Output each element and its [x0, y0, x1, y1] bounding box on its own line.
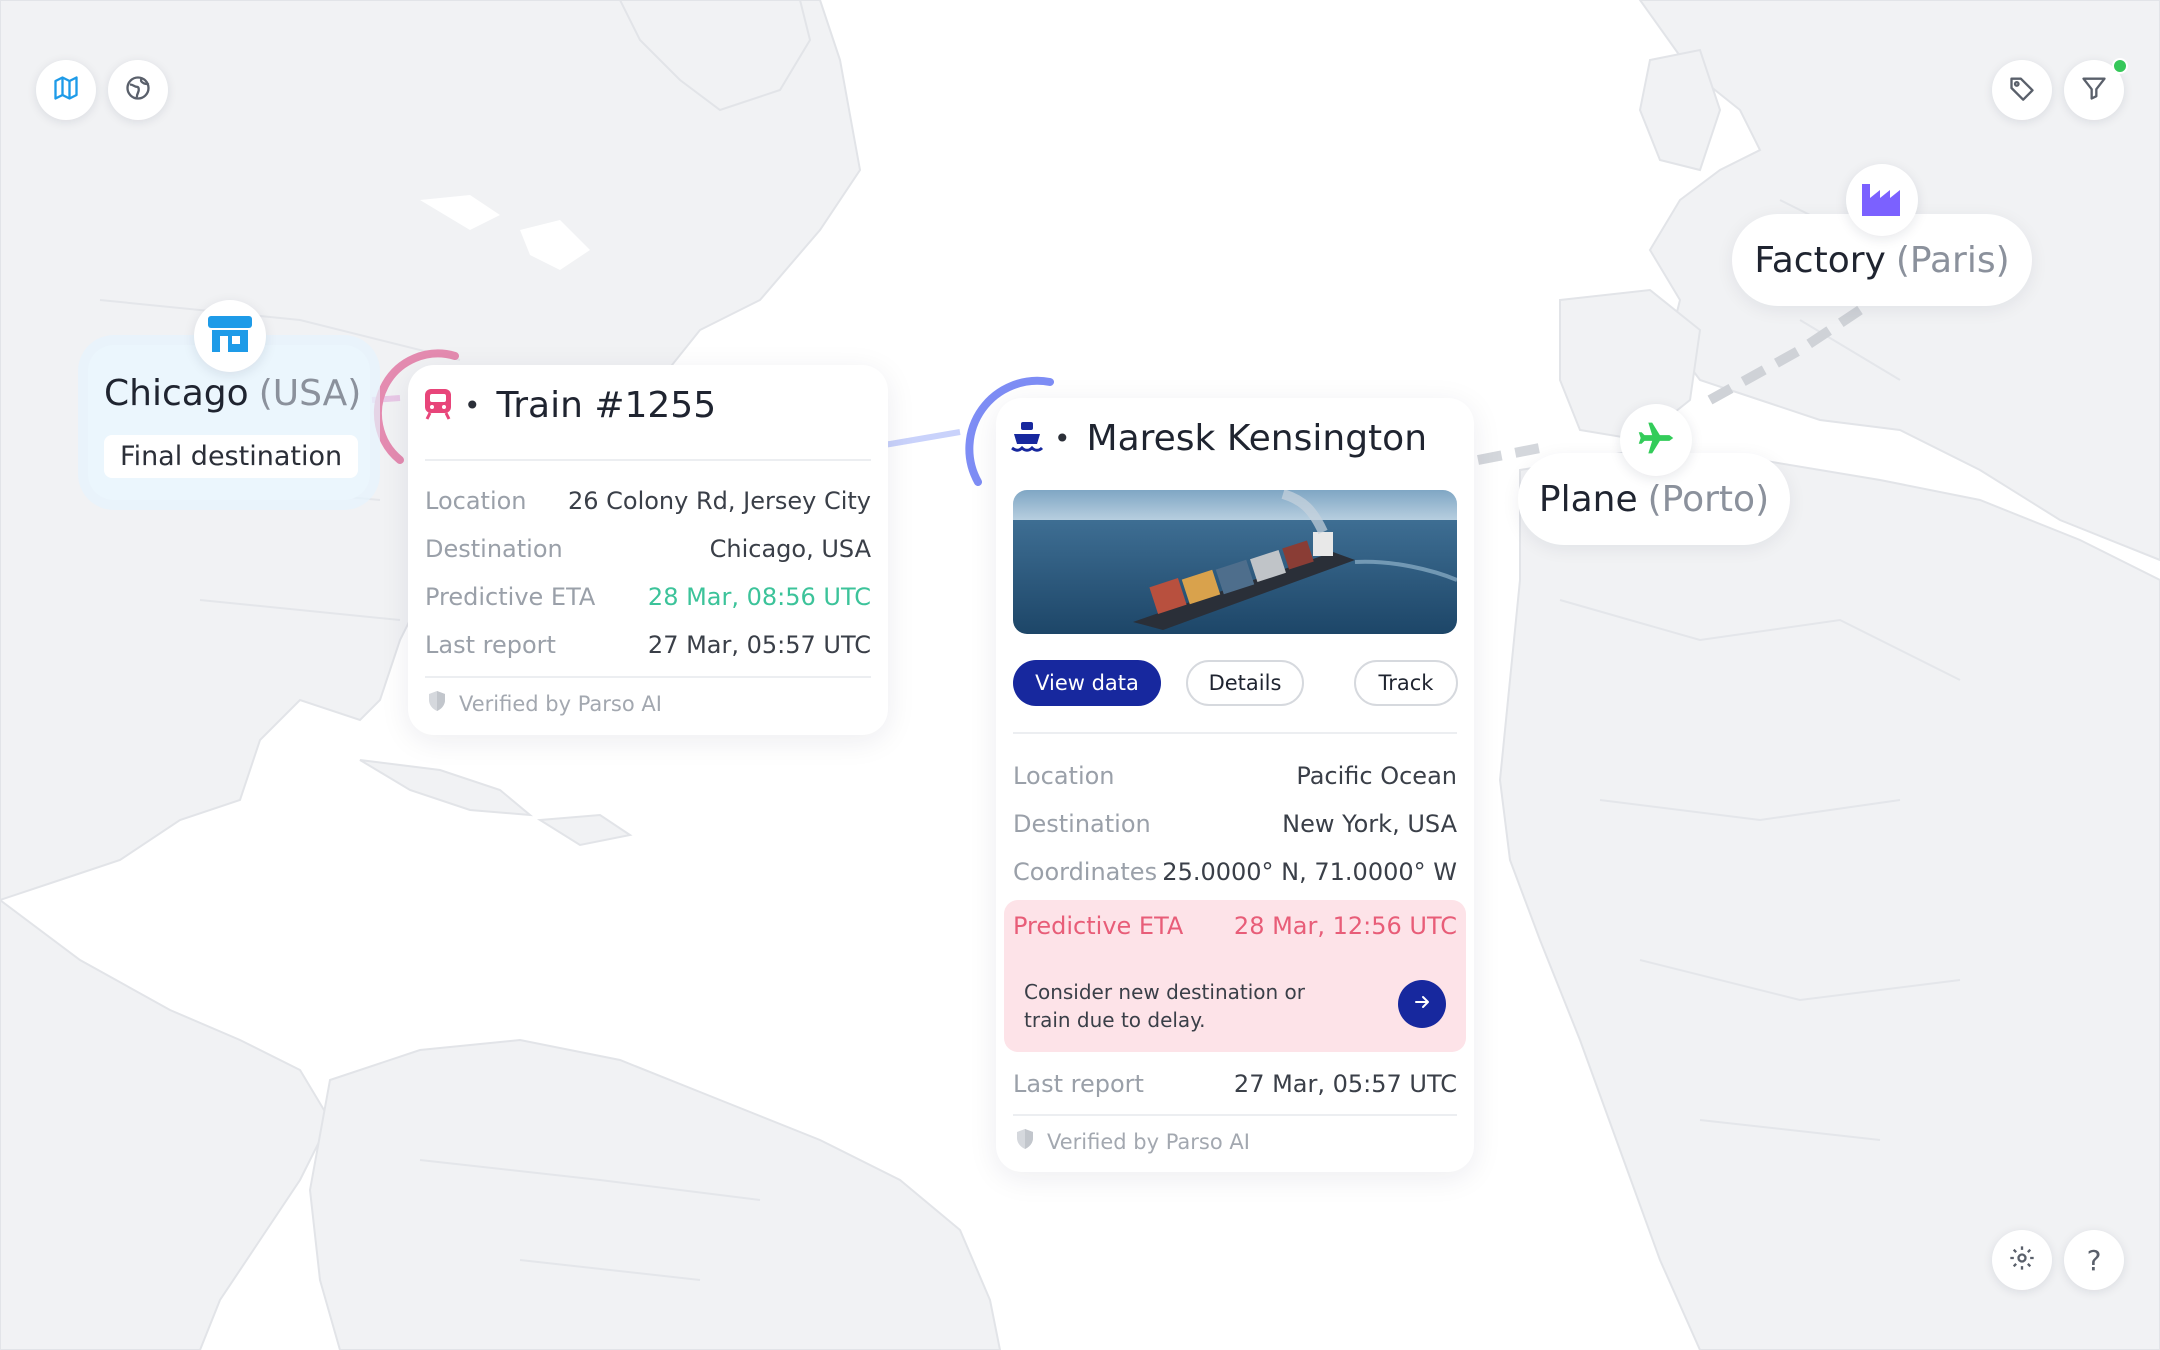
chicago-name: Chicago [104, 373, 249, 414]
verified-text: Verified by Parso AI [1047, 1129, 1250, 1154]
filter-icon [2080, 74, 2108, 106]
row-value: 27 Mar, 05:57 UTC [1233, 1070, 1457, 1098]
row-value: 28 Mar, 08:56 UTC [647, 583, 871, 611]
map-stage[interactable]: ? Chicago (USA) Final destination • Trai… [0, 0, 2160, 1350]
tag-button[interactable] [1992, 60, 2052, 120]
arrow-right-icon [1412, 992, 1432, 1016]
map-icon [52, 74, 80, 106]
row-label: Predictive ETA [425, 583, 596, 611]
train-card-separator: • [464, 389, 481, 422]
globe-view-button[interactable] [108, 60, 168, 120]
gear-icon [2008, 1244, 2036, 1276]
chicago-title: Chicago (USA) [104, 373, 361, 414]
details-button[interactable]: Details [1186, 660, 1304, 706]
train-row-eta: Predictive ETA 28 Mar, 08:56 UTC [425, 583, 871, 611]
chicago-marker[interactable] [194, 300, 266, 372]
ship-row-last-report: Last report 27 Mar, 05:57 UTC [1013, 1070, 1457, 1098]
row-label: Location [425, 487, 527, 515]
hispaniola-island [536, 813, 633, 847]
ship-row-location: Location Pacific Ocean [1013, 762, 1457, 790]
row-label: Last report [1013, 1070, 1144, 1098]
factory-region: (Paris) [1895, 239, 2010, 281]
plane-icon [1633, 415, 1679, 465]
row-value: 28 Mar, 12:56 UTC [1233, 912, 1457, 940]
filter-button[interactable] [2064, 58, 2128, 120]
ship-row-destination: Destination New York, USA [1013, 810, 1457, 838]
ship-card-divider [1013, 732, 1457, 734]
row-value: 26 Colony Rd, Jersey City [567, 487, 871, 515]
cuba-island [359, 759, 534, 817]
factory-name: Factory [1754, 239, 1886, 281]
row-value: Pacific Ocean [1296, 762, 1457, 790]
ship-card-title: Maresk Kensington [1086, 418, 1428, 459]
train-row-destination: Destination Chicago, USA [425, 535, 871, 563]
africa-landmass [1498, 448, 2160, 1350]
train-card-divider-bottom [425, 676, 871, 678]
map-view-button[interactable] [36, 60, 96, 120]
verified-text: Verified by Parso AI [459, 691, 662, 716]
question-icon: ? [2086, 1243, 2102, 1277]
row-label: Coordinates [1013, 858, 1158, 886]
row-label: Location [1013, 762, 1115, 790]
ship-verified-note: Verified by Parso AI [1013, 1127, 1250, 1156]
route-ship-plane [1477, 443, 1541, 465]
ship-card[interactable]: • Maresk Kensington View data Details Tr… [996, 398, 1474, 1172]
train-card[interactable]: • Train #1255 Location 26 Colony Rd, Jer… [408, 365, 888, 735]
train-card-header: • Train #1255 [422, 385, 716, 426]
ship-card-header: • Maresk Kensington [1010, 418, 1427, 459]
ship-row-eta: Predictive ETA 28 Mar, 12:56 UTC [1013, 912, 1457, 940]
row-label: Predictive ETA [1013, 912, 1184, 940]
store-icon [206, 314, 254, 358]
ship-icon [1010, 420, 1044, 458]
track-button[interactable]: Track [1354, 660, 1458, 706]
train-card-divider [425, 459, 871, 461]
train-icon [422, 387, 454, 425]
alert-message: Consider new destination or train due to… [1024, 980, 1306, 1032]
row-value: 27 Mar, 05:57 UTC [647, 631, 871, 659]
help-button[interactable]: ? [2064, 1230, 2124, 1290]
ship-card-separator: • [1054, 422, 1071, 455]
view-data-button[interactable]: View data [1013, 660, 1161, 706]
row-label: Destination [425, 535, 563, 563]
train-card-title: Train #1255 [496, 385, 717, 426]
row-value: 25.0000° N, 71.0000° W [1162, 858, 1457, 886]
row-value: Chicago, USA [709, 535, 871, 563]
factory-icon [1860, 178, 1904, 222]
plane-name: Plane [1538, 478, 1638, 520]
row-label: Last report [425, 631, 556, 659]
settings-button[interactable] [1992, 1230, 2052, 1290]
train-row-location: Location 26 Colony Rd, Jersey City [425, 487, 871, 515]
factory-marker[interactable] [1846, 164, 1918, 236]
plane-marker[interactable] [1620, 404, 1692, 476]
final-destination-tag: Final destination [104, 435, 359, 478]
row-value: New York, USA [1282, 810, 1457, 838]
shield-icon [1013, 1127, 1047, 1156]
plane-region: (Porto) [1647, 478, 1770, 520]
alert-action-button[interactable] [1398, 980, 1446, 1028]
filter-status-dot [2112, 58, 2128, 74]
ship-row-coordinates: Coordinates 25.0000° N, 71.0000° W [1013, 858, 1457, 886]
ship-photo [1013, 490, 1457, 634]
route-train-ship [883, 429, 961, 448]
train-row-last-report: Last report 27 Mar, 05:57 UTC [425, 631, 871, 659]
south-america-landmass [308, 1038, 1002, 1350]
row-label: Destination [1013, 810, 1151, 838]
globe-icon [124, 74, 152, 106]
shield-icon [425, 689, 459, 718]
ship-card-divider-bottom [1013, 1114, 1457, 1116]
central-america-landmass [0, 898, 332, 1350]
tag-icon [2008, 74, 2036, 106]
delay-alert: Predictive ETA 28 Mar, 12:56 UTC Conside… [1004, 900, 1466, 1052]
train-verified-note: Verified by Parso AI [425, 689, 662, 718]
chicago-region: (USA) [258, 373, 362, 414]
